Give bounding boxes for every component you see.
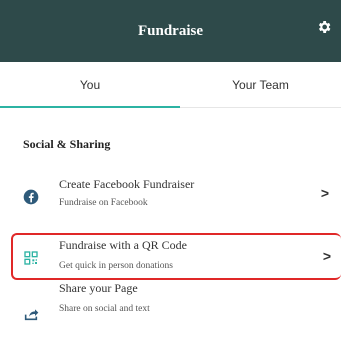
app-bar: Fundraise <box>0 0 341 62</box>
item-subtitle: Get quick in person donations <box>59 261 173 271</box>
chevron-right-icon: > <box>320 185 329 201</box>
tab-bar: You Your Team <box>0 62 341 108</box>
chevron-right-icon: > <box>322 248 331 264</box>
tab-your-team[interactable]: Your Team <box>180 62 341 107</box>
share-icon <box>24 309 39 321</box>
gear-icon[interactable] <box>316 19 332 35</box>
list-item-share-page[interactable]: Share your Page Share on social and text <box>0 276 341 330</box>
section-title: Social & Sharing <box>23 137 111 151</box>
page-title: Fundraise <box>137 22 203 39</box>
item-title: Fundraise with a QR Code <box>59 238 187 252</box>
item-title: Create Facebook Fundraiser <box>59 177 195 191</box>
item-title: Share your Page <box>59 281 138 295</box>
item-subtitle: Share on social and text <box>59 304 150 314</box>
tab-you[interactable]: You <box>0 62 180 108</box>
list-item-facebook-fundraiser[interactable]: Create Facebook Fundraiser Fundraise on … <box>0 170 341 224</box>
item-subtitle: Fundraise on Facebook <box>59 198 148 208</box>
qr-code-icon <box>24 251 38 265</box>
facebook-icon <box>23 189 39 205</box>
list-item-qr-code[interactable]: Fundraise with a QR Code Get quick in pe… <box>11 233 341 280</box>
